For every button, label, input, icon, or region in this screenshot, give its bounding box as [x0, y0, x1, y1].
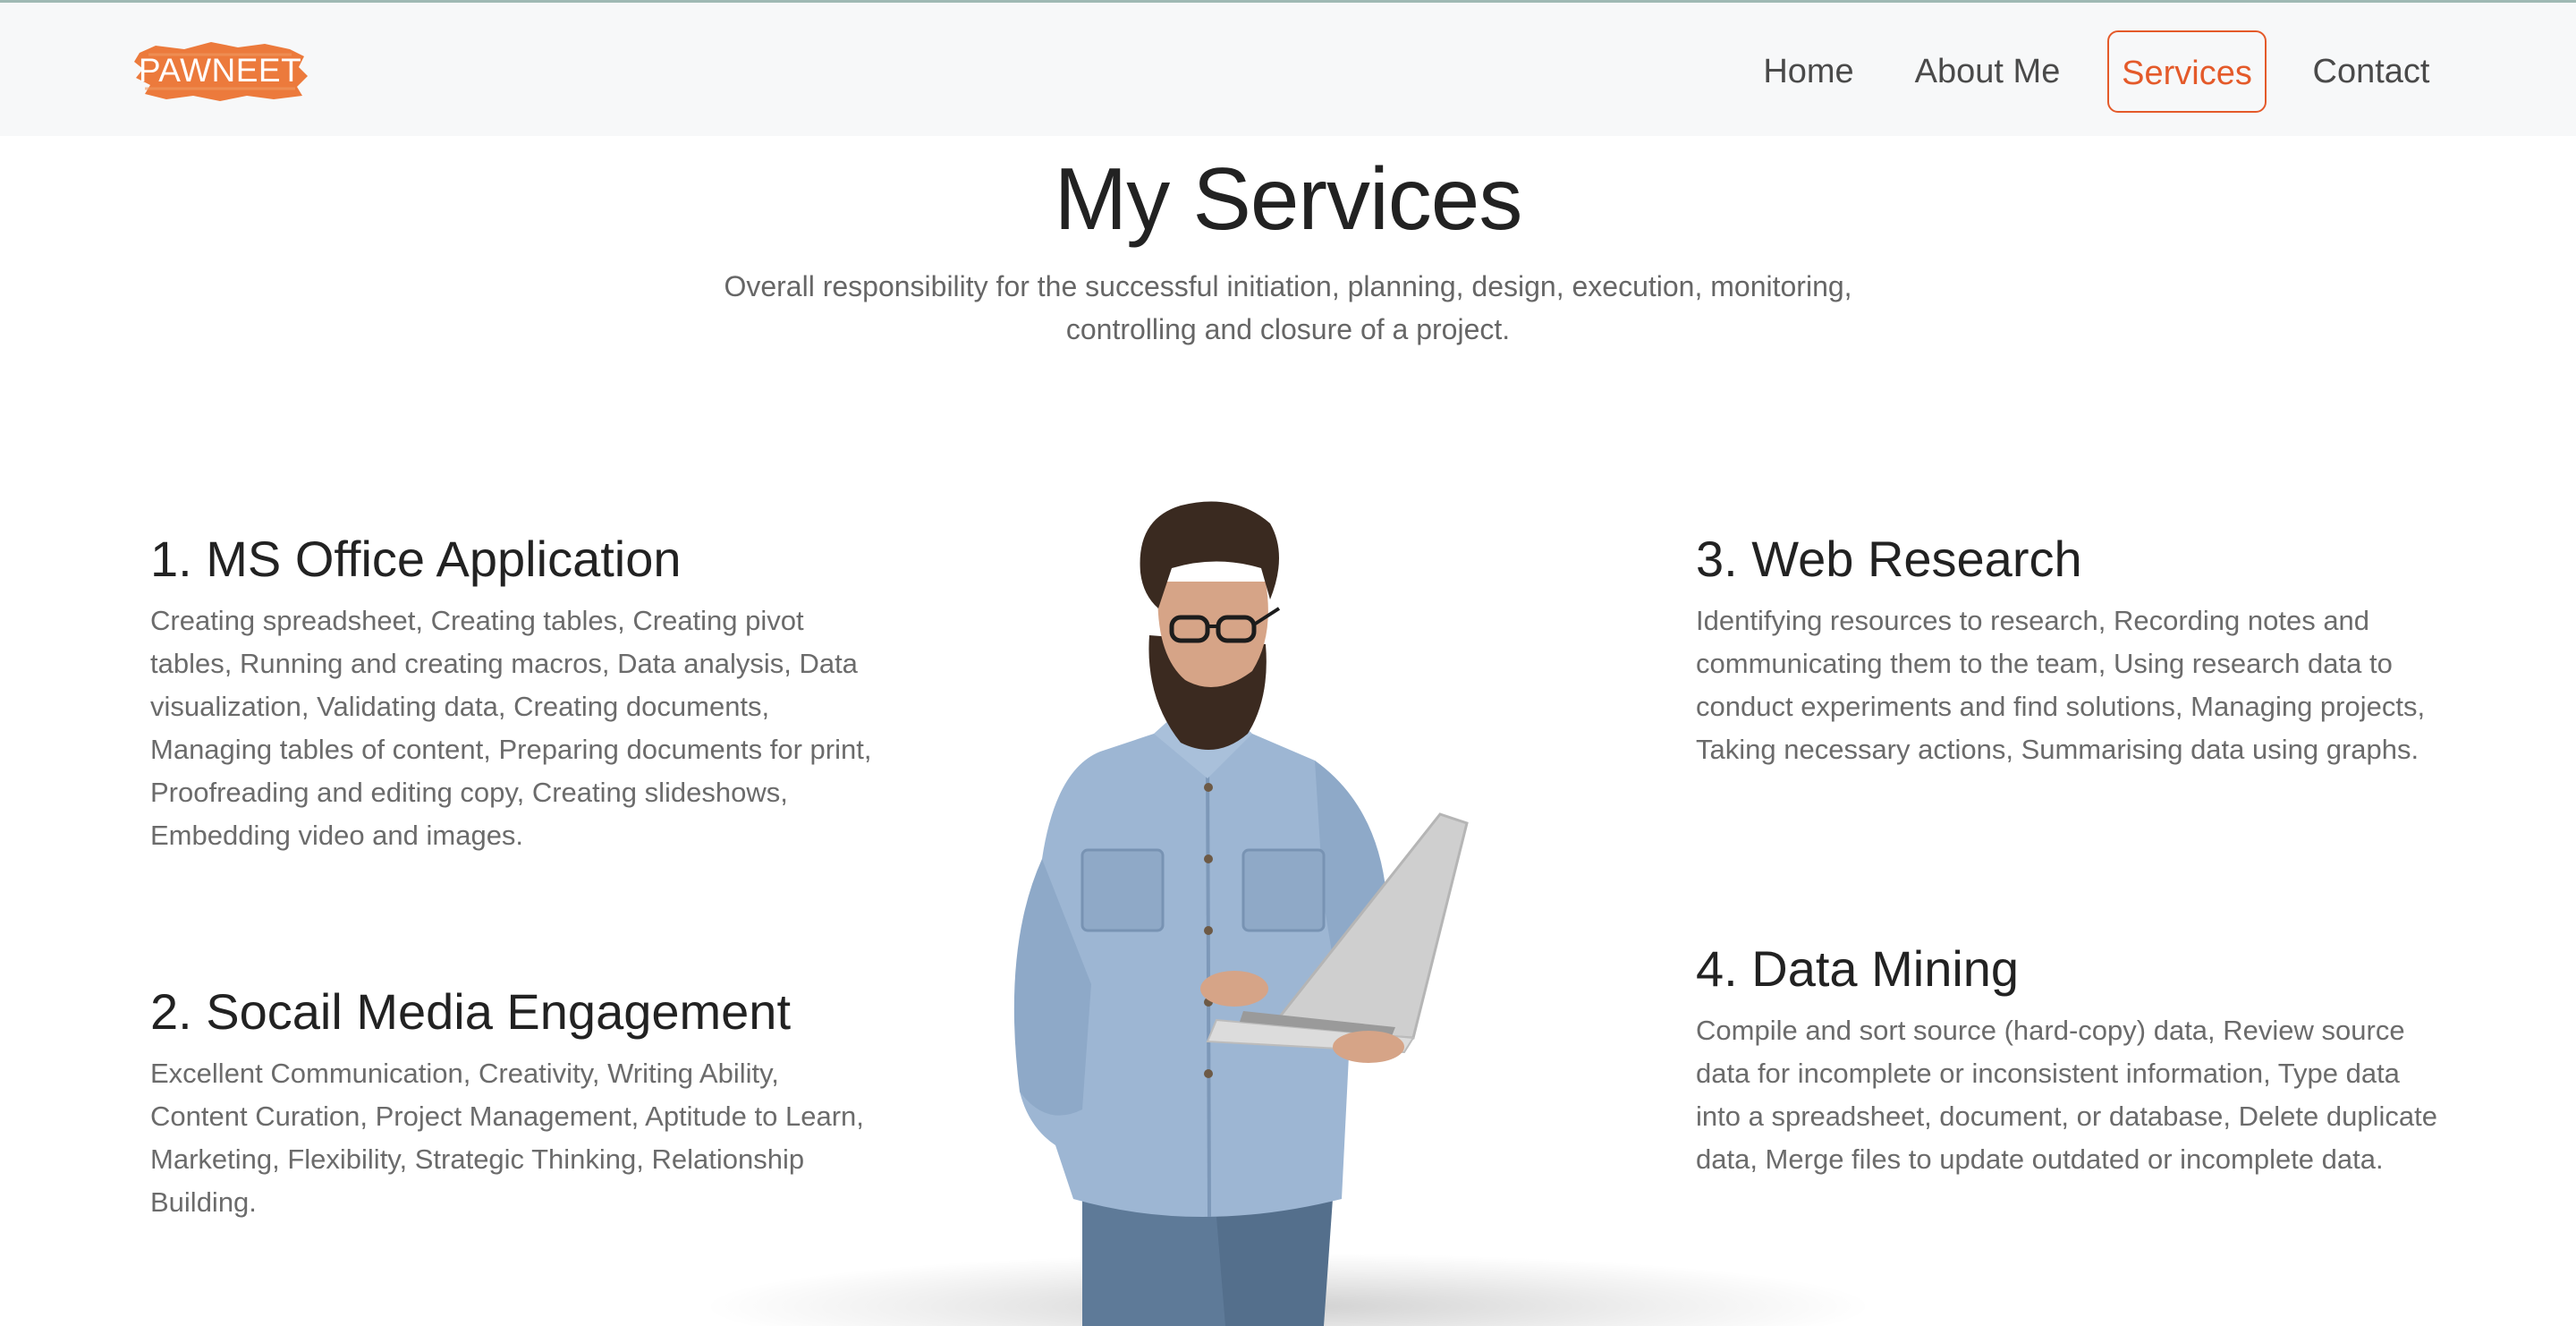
service-title: 3. Web Research: [1696, 531, 2082, 587]
man-with-laptop-illustration: [948, 483, 1628, 1326]
service-description: Compile and sort source (hard-copy) data…: [1696, 1015, 2437, 1175]
page-title: My Services: [1054, 149, 1523, 248]
service-title: 2. Socail Media Engagement: [150, 983, 791, 1040]
service-description: Excellent Communication, Creativity, Wri…: [150, 1058, 864, 1218]
service-description: Identifying resources to research, Recor…: [1696, 605, 2426, 765]
page-subtitle: Overall responsibility for the successfu…: [724, 270, 1852, 345]
logo-text: PAWNEET: [138, 52, 302, 89]
nav-contact[interactable]: Contact: [2304, 30, 2438, 113]
navbar: PAWNEET Home About Me Services Contact: [0, 0, 2576, 136]
nav-services[interactable]: Services: [2107, 30, 2267, 113]
service-data-mining: 4. Data Mining Compile and sort source (…: [1696, 938, 2438, 1181]
service-social-media: 2. Socail Media Engagement Excellent Com…: [150, 981, 884, 1224]
service-ms-office: 1. MS Office Application Creating spread…: [150, 528, 884, 857]
services-page: PAWNEET Home About Me Services Contact M…: [0, 0, 2576, 1326]
nav-about-me[interactable]: About Me: [1903, 30, 2072, 113]
nav-home[interactable]: Home: [1748, 30, 1869, 113]
logo[interactable]: PAWNEET: [131, 37, 309, 105]
service-title: 1. MS Office Application: [150, 531, 682, 587]
service-title: 4. Data Mining: [1696, 940, 2020, 997]
service-description: Creating spreadsheet, Creating tables, C…: [150, 605, 872, 851]
service-web-research: 3. Web Research Identifying resources to…: [1696, 528, 2438, 771]
